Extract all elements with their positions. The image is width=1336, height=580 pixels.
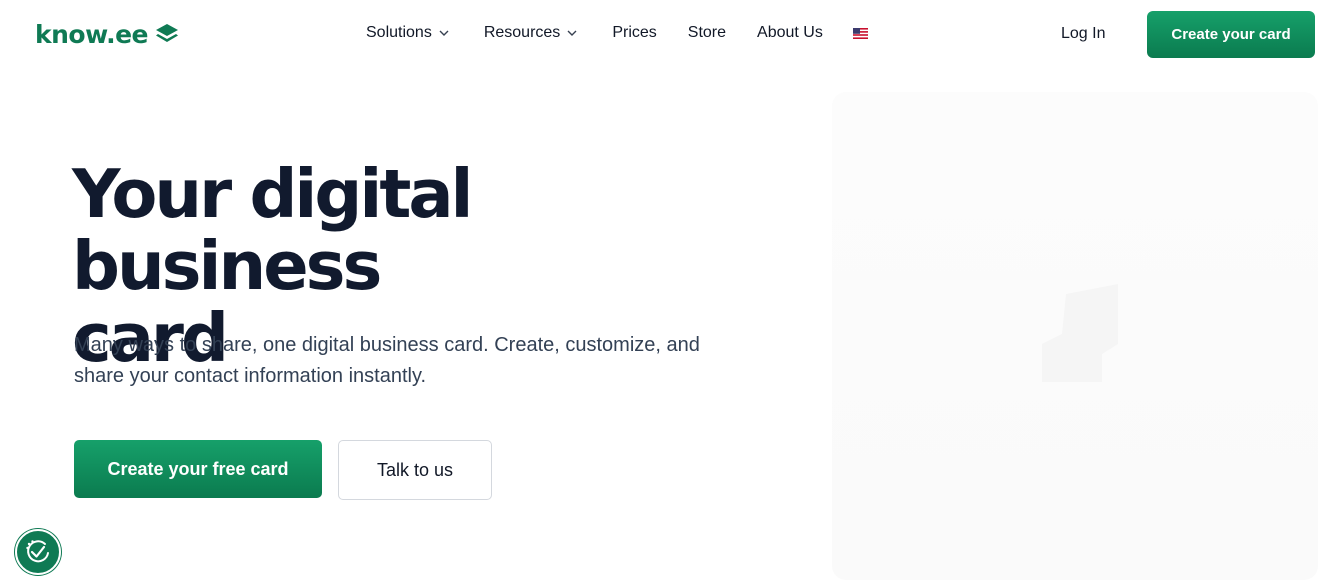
create-card-button[interactable]: Create your card bbox=[1147, 11, 1315, 58]
nav-item-label: About Us bbox=[757, 24, 823, 41]
nav-item-store[interactable]: Store bbox=[688, 24, 726, 42]
nav-item-prices[interactable]: Prices bbox=[612, 24, 656, 42]
accessibility-check-icon bbox=[26, 540, 49, 563]
create-free-card-button[interactable]: Create your free card bbox=[74, 440, 322, 498]
nav-item-solutions[interactable]: Solutions bbox=[366, 24, 450, 42]
hero-subtitle: Many ways to share, one digital business… bbox=[74, 330, 764, 392]
nav-item-resources[interactable]: Resources bbox=[484, 24, 578, 42]
site-header: know.ee Solutions Resources Prices Store… bbox=[0, 0, 1336, 70]
chevron-down-icon bbox=[439, 30, 449, 36]
nav-item-label: Resources bbox=[483, 24, 561, 41]
stacked-layers-icon bbox=[156, 23, 179, 42]
login-link[interactable]: Log In bbox=[1061, 25, 1105, 43]
main-nav: Solutions Resources Prices Store About U… bbox=[366, 24, 868, 42]
nav-item-label: Prices bbox=[612, 24, 657, 41]
accessibility-badge[interactable] bbox=[15, 529, 61, 575]
brand-logo[interactable]: know.ee bbox=[35, 20, 180, 49]
us-flag-icon[interactable] bbox=[852, 27, 868, 39]
nav-item-label: Store bbox=[687, 24, 727, 41]
nav-item-about-us[interactable]: About Us bbox=[757, 24, 823, 42]
nav-item-label: Solutions bbox=[366, 24, 432, 41]
hero-subtitle-line: Many ways to share, one digital business… bbox=[74, 334, 700, 356]
hero-visual-placeholder bbox=[1042, 284, 1118, 382]
talk-to-us-button[interactable]: Talk to us bbox=[338, 440, 492, 500]
hero-title-line: Your digital business bbox=[72, 155, 474, 305]
chevron-down-icon bbox=[567, 30, 577, 36]
hero-subtitle-line: share your contact information instantly… bbox=[74, 365, 427, 387]
brand-name: know.ee bbox=[35, 20, 149, 49]
